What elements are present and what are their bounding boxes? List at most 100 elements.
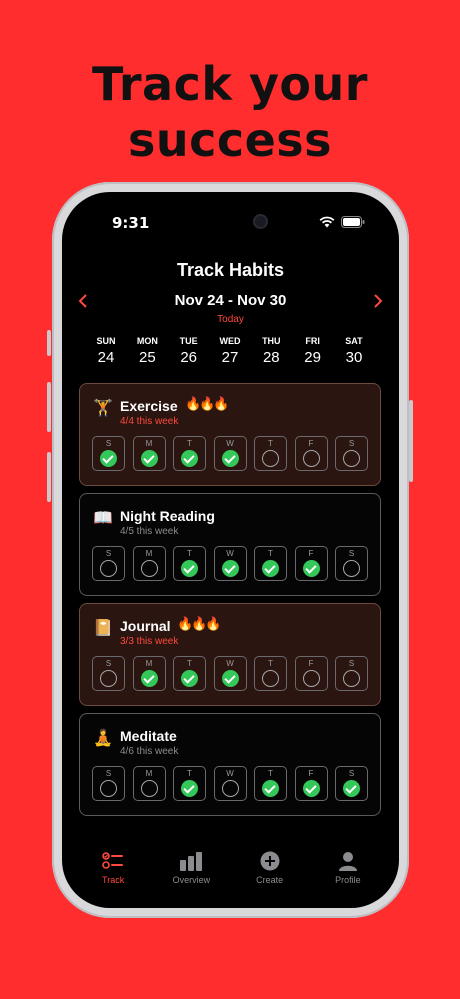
checkmark-circle-icon [302, 780, 320, 797]
day-name: FRI [305, 336, 320, 346]
day-name: WED [219, 336, 241, 346]
day-column[interactable]: TUE 26 [171, 336, 207, 366]
day-letter: F [308, 659, 314, 668]
day-check-box[interactable]: T [254, 766, 287, 801]
chevron-right-icon [374, 294, 383, 308]
habit-card[interactable]: 📔 Journal 🔥🔥🔥 3/3 this week S M T W T F S [79, 603, 381, 706]
day-column[interactable]: SAT 30 [336, 336, 372, 366]
day-check-box[interactable]: F [294, 546, 328, 581]
day-check-box[interactable]: F [294, 436, 328, 471]
streak-flames-icon: 🔥🔥🔥 [177, 616, 222, 631]
day-letter: S [105, 549, 112, 558]
tab-profile[interactable]: Profile [316, 849, 380, 885]
checkmark-circle-icon [140, 670, 158, 687]
tab-label: Create [256, 875, 284, 885]
day-letter: F [308, 549, 314, 558]
day-name: SAT [345, 336, 363, 346]
day-letter: F [308, 769, 314, 778]
day-check-box[interactable]: M [132, 656, 166, 691]
day-check-box[interactable]: W [213, 436, 247, 471]
person-icon [316, 849, 380, 871]
day-check-box[interactable]: M [132, 766, 166, 801]
habit-card[interactable]: 📖 Night Reading 4/5 this week S M T W T F S [79, 493, 381, 596]
day-check-box[interactable]: W [213, 766, 247, 801]
day-check-box[interactable]: S [92, 436, 125, 471]
day-letter: T [187, 769, 192, 778]
tab-label: Track [102, 875, 125, 885]
habit-name: Journal [120, 618, 171, 634]
day-check-box[interactable]: T [173, 436, 206, 471]
day-check-box[interactable]: F [294, 656, 328, 691]
empty-circle-icon [100, 670, 117, 687]
tab-create[interactable]: Create [238, 849, 302, 885]
day-check-box[interactable]: W [213, 656, 247, 691]
day-check-box[interactable]: T [254, 436, 287, 471]
habit-emoji-icon: 📔 [93, 620, 113, 637]
day-column[interactable]: WED 27 [212, 336, 248, 366]
checkmark-circle-icon [181, 780, 198, 797]
battery-icon [341, 216, 365, 228]
day-column[interactable]: FRI 29 [295, 336, 331, 366]
today-button[interactable]: Today [62, 314, 399, 325]
day-check-box[interactable]: F [294, 766, 328, 801]
habit-check-row: SMTWTFS [92, 766, 368, 801]
day-check-box[interactable]: S [335, 656, 368, 691]
phone-power-button [409, 400, 413, 482]
status-time: 9:31 [112, 214, 150, 232]
tab-label: Profile [335, 875, 361, 885]
day-check-box[interactable]: T [254, 546, 287, 581]
day-column[interactable]: MON 25 [129, 336, 165, 366]
day-name: SUN [96, 336, 116, 346]
tab-overview[interactable]: Overview [159, 849, 223, 885]
status-bar: 9:31 [62, 208, 399, 236]
checkmark-circle-icon [221, 450, 239, 467]
checkmark-circle-icon [181, 670, 198, 687]
day-number: 30 [345, 349, 363, 366]
day-check-box[interactable]: M [132, 436, 166, 471]
habit-check-row: SMTWTFS [92, 546, 368, 581]
wifi-icon [319, 216, 335, 228]
tab-track[interactable]: Track [81, 849, 145, 885]
empty-circle-icon [343, 450, 360, 467]
phone-volume-down-button [47, 452, 51, 502]
day-number: 26 [180, 349, 197, 366]
habit-card[interactable]: 🧘 Meditate 4/6 this week S M T W T F S [79, 713, 381, 816]
day-check-box[interactable]: T [173, 656, 206, 691]
empty-circle-icon [140, 780, 158, 797]
day-letter: S [105, 439, 112, 448]
app-screen: 9:31 Track Habits Nov 24 - Nov 30 Today [62, 192, 399, 908]
day-letter: W [226, 549, 234, 558]
checkmark-circle-icon [302, 560, 320, 577]
day-check-box[interactable]: S [335, 546, 368, 581]
chevron-left-icon [78, 294, 87, 308]
phone-volume-up-button [47, 382, 51, 432]
headline-line-1: Track your [92, 57, 368, 111]
day-check-box[interactable]: S [335, 436, 368, 471]
empty-circle-icon [343, 670, 360, 687]
previous-week-button[interactable] [78, 293, 88, 314]
day-letter: W [226, 769, 234, 778]
day-letter: T [268, 659, 273, 668]
day-check-box[interactable]: T [254, 656, 287, 691]
day-check-box[interactable]: W [213, 546, 247, 581]
habit-card[interactable]: 🏋 Exercise 🔥🔥🔥 4/4 this week S M T W T F S [79, 383, 381, 486]
habit-emoji-icon: 📖 [93, 510, 113, 527]
day-check-box[interactable]: S [92, 656, 125, 691]
checkmark-circle-icon [140, 450, 158, 467]
day-column[interactable]: THU 28 [253, 336, 289, 366]
day-check-box[interactable]: M [132, 546, 166, 581]
day-check-box[interactable]: T [173, 766, 206, 801]
habit-progress: 4/5 this week [120, 526, 179, 537]
day-check-box[interactable]: S [335, 766, 368, 801]
next-week-button[interactable] [373, 293, 383, 314]
day-check-box[interactable]: S [92, 546, 125, 581]
day-check-box[interactable]: T [173, 546, 206, 581]
list-check-icon [81, 849, 145, 871]
habit-check-row: SMTWTFS [92, 656, 368, 691]
day-column[interactable]: SUN 24 [88, 336, 124, 366]
day-check-box[interactable]: S [92, 766, 125, 801]
tab-bar: Track Overview Create Profile [62, 849, 399, 885]
day-number: 29 [304, 349, 321, 366]
phone-side-button [47, 330, 51, 356]
habit-progress: 3/3 this week [120, 636, 179, 647]
